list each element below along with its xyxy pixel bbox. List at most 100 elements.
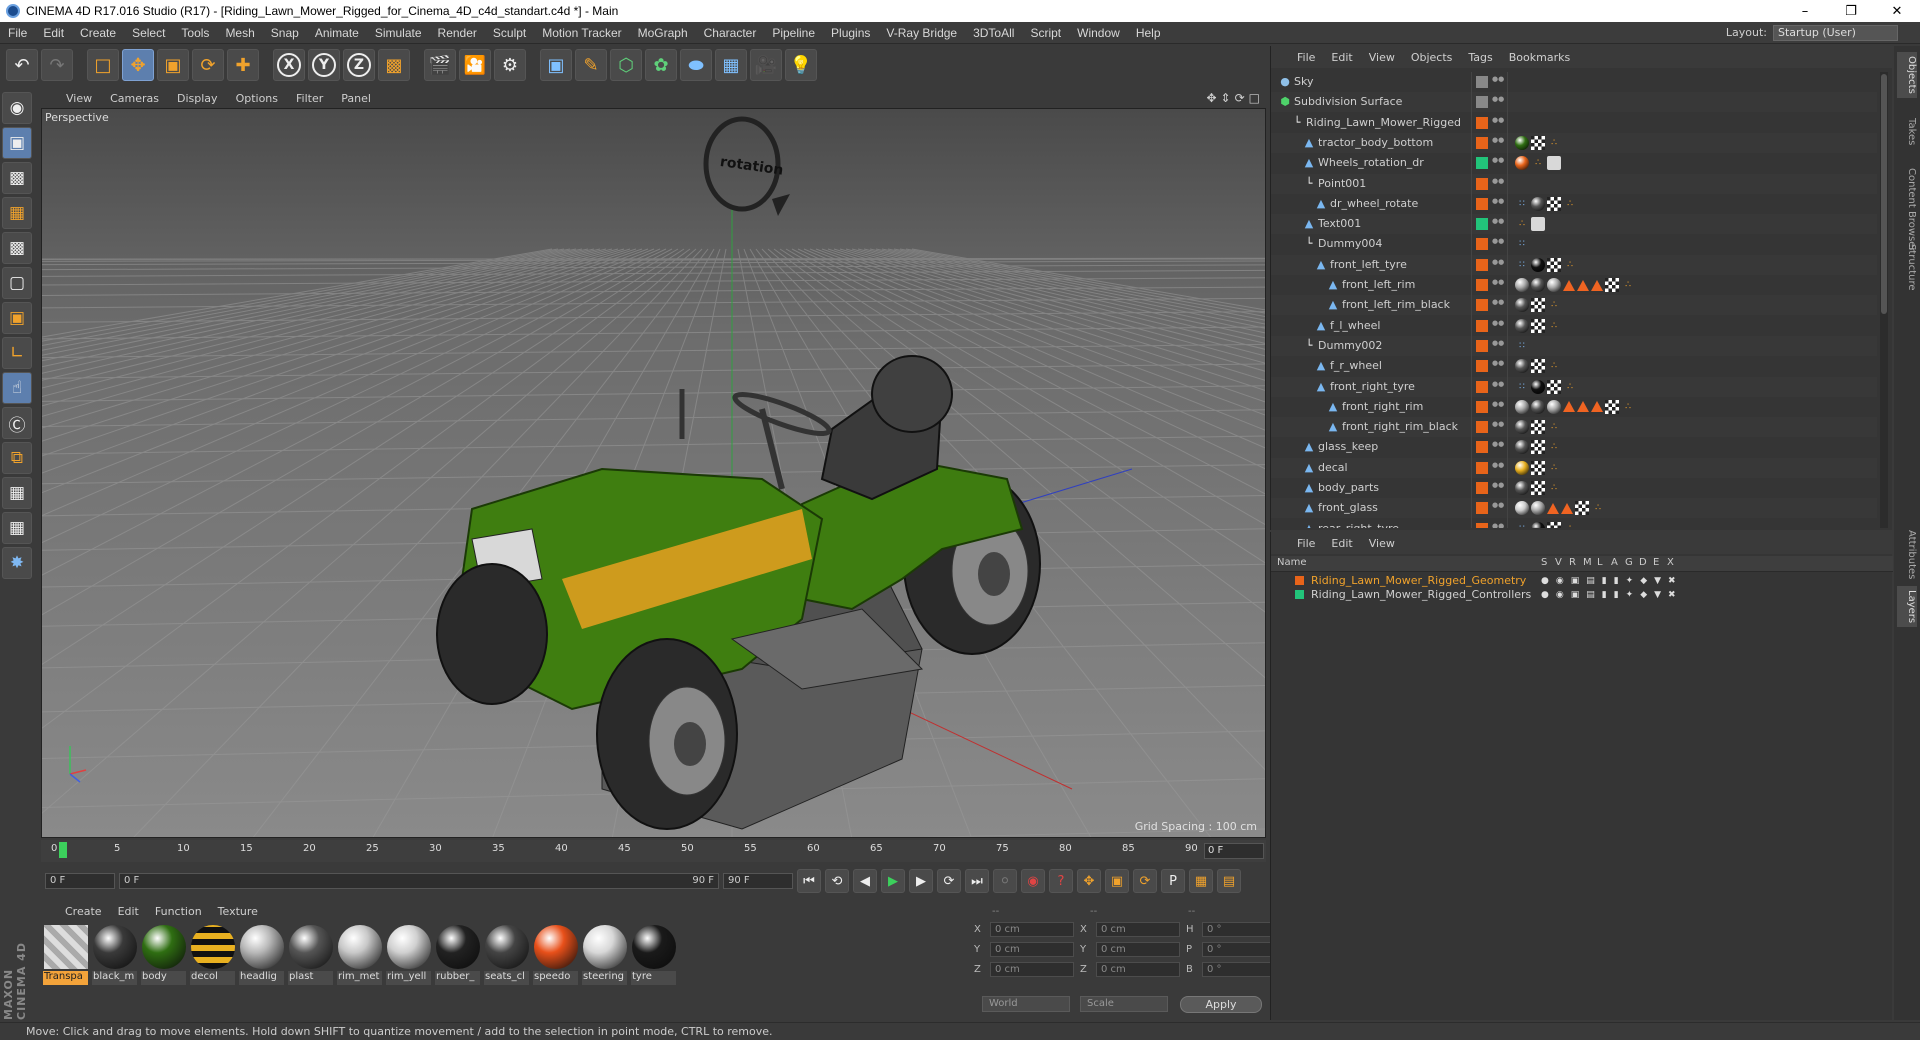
material-tag-icon[interactable] [1515, 481, 1529, 495]
array-generator-icon[interactable]: ✿ [645, 49, 677, 81]
object-row[interactable]: ▲ Wheels_rotation_dr ●● ∴ [1271, 153, 1877, 173]
material-tag-icon[interactable] [1515, 298, 1529, 313]
material-tag-icon[interactable] [1515, 156, 1529, 171]
viewport-menu-panel[interactable]: Panel [341, 92, 371, 105]
menu-sculpt[interactable]: Sculpt [485, 26, 534, 40]
menu-edit[interactable]: Edit [35, 26, 72, 40]
object-name[interactable]: ▲ decal [1303, 458, 1348, 478]
viewport-menu-filter[interactable]: Filter [296, 92, 323, 105]
checker-tag-icon[interactable] [1531, 359, 1545, 374]
layer-color-swatch[interactable] [1476, 319, 1488, 332]
position-key-icon[interactable]: ✥ [1077, 869, 1101, 893]
recent-tool-icon[interactable]: ✚ [227, 49, 259, 81]
layer-color-swatch[interactable] [1295, 590, 1304, 599]
redo-icon[interactable]: ↷ [41, 49, 73, 81]
phong-tag-icon[interactable]: ∴ [1621, 278, 1635, 292]
phong-tag-icon[interactable]: ∴ [1547, 481, 1561, 495]
menu-snap[interactable]: Snap [263, 26, 307, 40]
object-row[interactable]: └ Dummy004 ●● ∷ [1271, 234, 1877, 254]
workplane-lock-icon[interactable]: ▦ [2, 477, 32, 509]
layer-color-swatch[interactable] [1476, 177, 1488, 190]
object-name[interactable]: ● Sky [1279, 72, 1313, 92]
snapping-icon[interactable]: ⧉ [2, 442, 32, 474]
material-tag-icon[interactable] [1515, 420, 1529, 435]
ik-tag-icon[interactable] [1577, 279, 1589, 291]
object-name[interactable]: ▲ front_right_rim [1327, 397, 1424, 417]
go-to-end-icon[interactable]: ⏭ [965, 869, 989, 893]
checker-tag-icon[interactable] [1531, 420, 1545, 435]
layer-color-swatch[interactable] [1476, 299, 1488, 312]
phong-tag-icon[interactable]: ∴ [1547, 319, 1561, 333]
object-name[interactable]: ▲ body_parts [1303, 478, 1379, 498]
rotation-key-icon[interactable]: ⟳ [1133, 869, 1157, 893]
menu-render[interactable]: Render [430, 26, 485, 40]
visibility-dots-icon[interactable]: ●● [1492, 482, 1504, 494]
layer-row[interactable]: Riding_Lawn_Mower_Rigged_Controllers ● ◉ ▣ ▤… [1271, 588, 1893, 602]
menu-create[interactable]: Create [72, 26, 124, 40]
phong-tag-icon[interactable]: ∴ [1547, 440, 1561, 454]
checker-tag-icon[interactable] [1605, 399, 1619, 414]
object-row[interactable]: ▲ front_glass ●● ∴ [1271, 498, 1877, 519]
layer-row[interactable]: Riding_Lawn_Mower_Rigged_Geometry ● ◉ ▣ ▤ ▮ ▮ ✦… [1271, 574, 1893, 588]
object-row[interactable]: ▲ front_right_rim_black ●● ∴ [1271, 417, 1877, 438]
scale-key-icon[interactable]: ▣ [1105, 869, 1129, 893]
menu-tools[interactable]: Tools [173, 26, 217, 40]
checker-tag-icon[interactable] [1531, 318, 1545, 333]
object-scrollbar[interactable] [1880, 72, 1888, 528]
object-name[interactable]: ▲ tractor_body_bottom [1303, 133, 1433, 153]
viewport-menu-cameras[interactable]: Cameras [110, 92, 159, 105]
edit-render-settings-icon[interactable]: ⚙ [494, 49, 526, 81]
checker-tag-icon[interactable] [1531, 298, 1545, 313]
material-tag-icon[interactable] [1515, 501, 1529, 516]
object-name[interactable]: ▲ dr_wheel_rotate [1315, 194, 1418, 214]
object-name[interactable]: ⬢ Subdivision Surface [1279, 92, 1402, 112]
object-menu-edit[interactable]: Edit [1331, 51, 1352, 64]
current-frame-field[interactable]: 0 F [1204, 843, 1264, 859]
material-swatch[interactable]: decol [190, 921, 235, 1021]
material-swatch[interactable]: rim_met [337, 921, 382, 1021]
xpresso-tag-icon[interactable]: ∷ [1515, 237, 1529, 251]
layer-color-swatch[interactable] [1476, 400, 1488, 413]
xpresso-tag-icon[interactable]: ∷ [1515, 522, 1529, 528]
visibility-dots-icon[interactable]: ●● [1492, 116, 1504, 129]
menu-file[interactable]: File [0, 26, 35, 40]
previous-key-icon[interactable]: ⟲ [825, 869, 849, 893]
menu-window[interactable]: Window [1069, 26, 1128, 40]
material-tag-icon[interactable] [1531, 196, 1545, 211]
layer-color-swatch[interactable] [1476, 502, 1488, 515]
visibility-dots-icon[interactable]: ●● [1492, 360, 1504, 372]
ik-tag-icon[interactable] [1563, 279, 1575, 291]
object-name[interactable]: ▲rear_right_tyre [1303, 519, 1399, 528]
object-row[interactable]: ▲ dr_wheel_rotate ●● ∷ ∴ [1271, 194, 1877, 214]
object-name[interactable]: ▲ front_left_tyre [1315, 255, 1407, 275]
layer-color-swatch[interactable] [1476, 482, 1488, 494]
material-tag-icon[interactable] [1531, 521, 1545, 528]
visibility-dots-icon[interactable]: ●● [1492, 238, 1504, 250]
phong-tag-icon[interactable]: ∴ [1591, 501, 1605, 515]
subdivision-generator-icon[interactable]: ⬡ [610, 49, 642, 81]
cube-primitive-icon[interactable]: ▣ [540, 49, 572, 81]
layer-color-swatch[interactable] [1476, 360, 1488, 373]
phong-tag-icon[interactable]: ∴ [1547, 298, 1561, 312]
deformer-icon[interactable]: ⬬ [680, 49, 712, 81]
layer-color-swatch[interactable] [1476, 76, 1488, 88]
polygons-mode-icon[interactable]: ▣ [2, 302, 32, 334]
visibility-dots-icon[interactable]: ●● [1492, 522, 1504, 528]
object-row[interactable]: ▲ front_left_rim ●● ∴ [1271, 275, 1877, 295]
visibility-dots-icon[interactable]: ●● [1492, 96, 1504, 108]
light-icon[interactable]: 💡 [785, 49, 817, 81]
checker-tag-icon[interactable] [1531, 440, 1545, 455]
layer-color-swatch[interactable] [1476, 380, 1488, 393]
material-swatch[interactable]: rim_yell [386, 921, 431, 1021]
layer-color-swatch[interactable] [1476, 258, 1488, 271]
layer-color-swatch[interactable] [1476, 279, 1488, 291]
object-row[interactable]: └ Point001 ●● [1271, 173, 1877, 194]
material-swatch[interactable]: plast [288, 921, 333, 1021]
layer-toggle-icon[interactable]: ▮ [1602, 574, 1607, 588]
object-row[interactable]: ▲ front_right_rim ●● ∴ [1271, 397, 1877, 417]
material-swatch[interactable]: headlig [239, 921, 284, 1021]
object-row[interactable]: ⬢ Subdivision Surface ●● [1271, 92, 1877, 113]
layer-menu-view[interactable]: View [1369, 537, 1395, 550]
visibility-dots-icon[interactable]: ●● [1492, 502, 1504, 514]
material-swatch[interactable]: speedo [533, 921, 578, 1021]
